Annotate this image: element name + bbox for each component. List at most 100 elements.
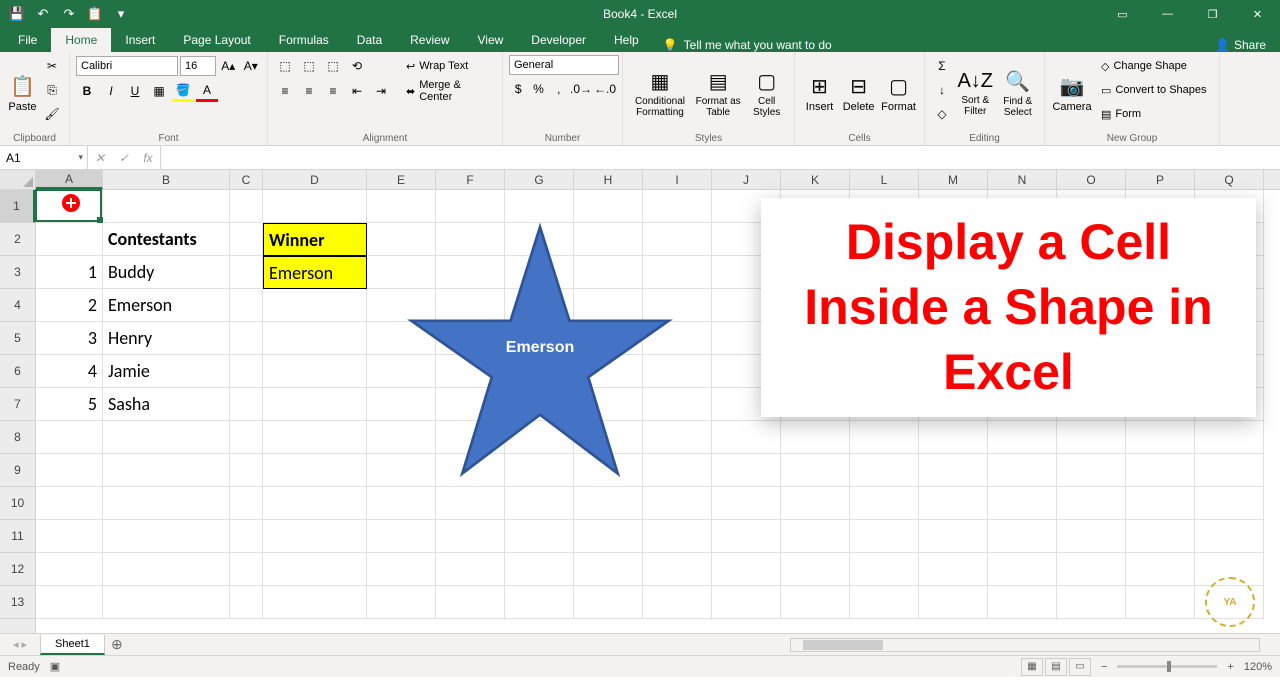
cell-B1[interactable] <box>103 190 230 223</box>
cell-H11[interactable] <box>574 520 643 553</box>
format-as-table-button[interactable]: ▤Format as Table <box>693 55 743 131</box>
cell-D4[interactable] <box>263 289 367 322</box>
row-header-7[interactable]: 7 <box>0 388 35 421</box>
cell-K12[interactable] <box>781 553 850 586</box>
row-header-10[interactable]: 10 <box>0 487 35 520</box>
cell-A4[interactable]: 2 <box>36 289 103 322</box>
col-header-E[interactable]: E <box>367 170 436 189</box>
col-header-B[interactable]: B <box>103 170 230 189</box>
undo-icon[interactable]: ↶ <box>32 3 54 25</box>
cell-A2[interactable] <box>36 223 103 256</box>
align-right-icon[interactable]: ≡ <box>322 80 344 102</box>
cell-P9[interactable] <box>1126 454 1195 487</box>
merge-center-button[interactable]: ⬌Merge & Center <box>400 80 496 102</box>
cell-O13[interactable] <box>1057 586 1126 619</box>
cell-A7[interactable]: 5 <box>36 388 103 421</box>
cell-K8[interactable] <box>781 421 850 454</box>
tab-file[interactable]: File <box>4 28 51 52</box>
save-icon[interactable]: 💾 <box>6 3 28 25</box>
cell-D8[interactable] <box>263 421 367 454</box>
cell-O11[interactable] <box>1057 520 1126 553</box>
increase-indent-icon[interactable]: ⇥ <box>370 80 392 102</box>
close-icon[interactable]: ✕ <box>1235 0 1280 28</box>
col-header-F[interactable]: F <box>436 170 505 189</box>
col-header-J[interactable]: J <box>712 170 781 189</box>
cell-N11[interactable] <box>988 520 1057 553</box>
col-header-O[interactable]: O <box>1057 170 1126 189</box>
cell-F10[interactable] <box>436 487 505 520</box>
cell-K10[interactable] <box>781 487 850 520</box>
cell-C1[interactable] <box>230 190 263 223</box>
zoom-out-icon[interactable]: − <box>1101 661 1107 673</box>
col-header-H[interactable]: H <box>574 170 643 189</box>
align-middle-icon[interactable]: ⬚ <box>298 55 320 77</box>
cell-B11[interactable] <box>103 520 230 553</box>
align-center-icon[interactable]: ≡ <box>298 80 320 102</box>
font-color-icon[interactable]: A <box>196 80 218 102</box>
cell-Q9[interactable] <box>1195 454 1264 487</box>
cell-Q10[interactable] <box>1195 487 1264 520</box>
cell-N12[interactable] <box>988 553 1057 586</box>
cell-F13[interactable] <box>436 586 505 619</box>
redo-icon[interactable]: ↷ <box>58 3 80 25</box>
cell-D2[interactable]: Winner <box>263 223 367 256</box>
cell-D12[interactable] <box>263 553 367 586</box>
col-header-K[interactable]: K <box>781 170 850 189</box>
shrink-font-icon[interactable]: A▾ <box>241 55 262 77</box>
decrease-indent-icon[interactable]: ⇤ <box>346 80 368 102</box>
cell-C5[interactable] <box>230 322 263 355</box>
orientation-icon[interactable]: ⟲ <box>346 55 368 77</box>
tab-view[interactable]: View <box>464 28 518 52</box>
cell-E10[interactable] <box>367 487 436 520</box>
cell-A12[interactable] <box>36 553 103 586</box>
font-name-select[interactable] <box>76 56 178 76</box>
cell-L10[interactable] <box>850 487 919 520</box>
share-button[interactable]: 👤Share <box>1201 38 1280 52</box>
cut-icon[interactable]: ✂ <box>41 55 63 77</box>
row-header-4[interactable]: 4 <box>0 289 35 322</box>
autosum-icon[interactable]: Σ <box>931 55 953 77</box>
normal-view-icon[interactable]: ▦ <box>1021 658 1043 676</box>
cell-C7[interactable] <box>230 388 263 421</box>
row-header-2[interactable]: 2 <box>0 223 35 256</box>
cancel-formula-icon[interactable]: ✕ <box>88 146 112 169</box>
cell-H10[interactable] <box>574 487 643 520</box>
minimize-icon[interactable]: — <box>1145 0 1190 28</box>
cell-B9[interactable] <box>103 454 230 487</box>
fill-icon[interactable]: ↓ <box>931 79 953 101</box>
cell-D6[interactable] <box>263 355 367 388</box>
cell-J8[interactable] <box>712 421 781 454</box>
format-painter-icon[interactable]: 🖌 <box>41 103 63 125</box>
macro-record-icon[interactable]: ▣ <box>50 660 60 673</box>
cell-A10[interactable] <box>36 487 103 520</box>
cell-A8[interactable] <box>36 421 103 454</box>
paste-button[interactable]: 📋Paste <box>6 55 39 131</box>
cell-J13[interactable] <box>712 586 781 619</box>
col-header-D[interactable]: D <box>263 170 367 189</box>
cell-B3[interactable]: Buddy <box>103 256 230 289</box>
zoom-slider[interactable] <box>1117 665 1217 668</box>
cell-J10[interactable] <box>712 487 781 520</box>
cell-B4[interactable]: Emerson <box>103 289 230 322</box>
cell-D1[interactable] <box>263 190 367 223</box>
row-header-13[interactable]: 13 <box>0 586 35 619</box>
cell-I11[interactable] <box>643 520 712 553</box>
increase-decimal-icon[interactable]: .0→ <box>570 78 592 100</box>
decrease-decimal-icon[interactable]: ←.0 <box>594 78 616 100</box>
cell-D10[interactable] <box>263 487 367 520</box>
cell-C9[interactable] <box>230 454 263 487</box>
row-header-3[interactable]: 3 <box>0 256 35 289</box>
format-cells-button[interactable]: ▢Format <box>879 55 918 131</box>
cell-G10[interactable] <box>505 487 574 520</box>
find-select-button[interactable]: 🔍Find & Select <box>998 55 1039 131</box>
col-header-A[interactable]: A <box>36 170 103 189</box>
cell-A9[interactable] <box>36 454 103 487</box>
cell-K9[interactable] <box>781 454 850 487</box>
cell-E12[interactable] <box>367 553 436 586</box>
cell-Q11[interactable] <box>1195 520 1264 553</box>
enter-formula-icon[interactable]: ✓ <box>112 146 136 169</box>
cell-B7[interactable]: Sasha <box>103 388 230 421</box>
cell-D9[interactable] <box>263 454 367 487</box>
percent-icon[interactable]: % <box>529 78 547 100</box>
cell-C13[interactable] <box>230 586 263 619</box>
